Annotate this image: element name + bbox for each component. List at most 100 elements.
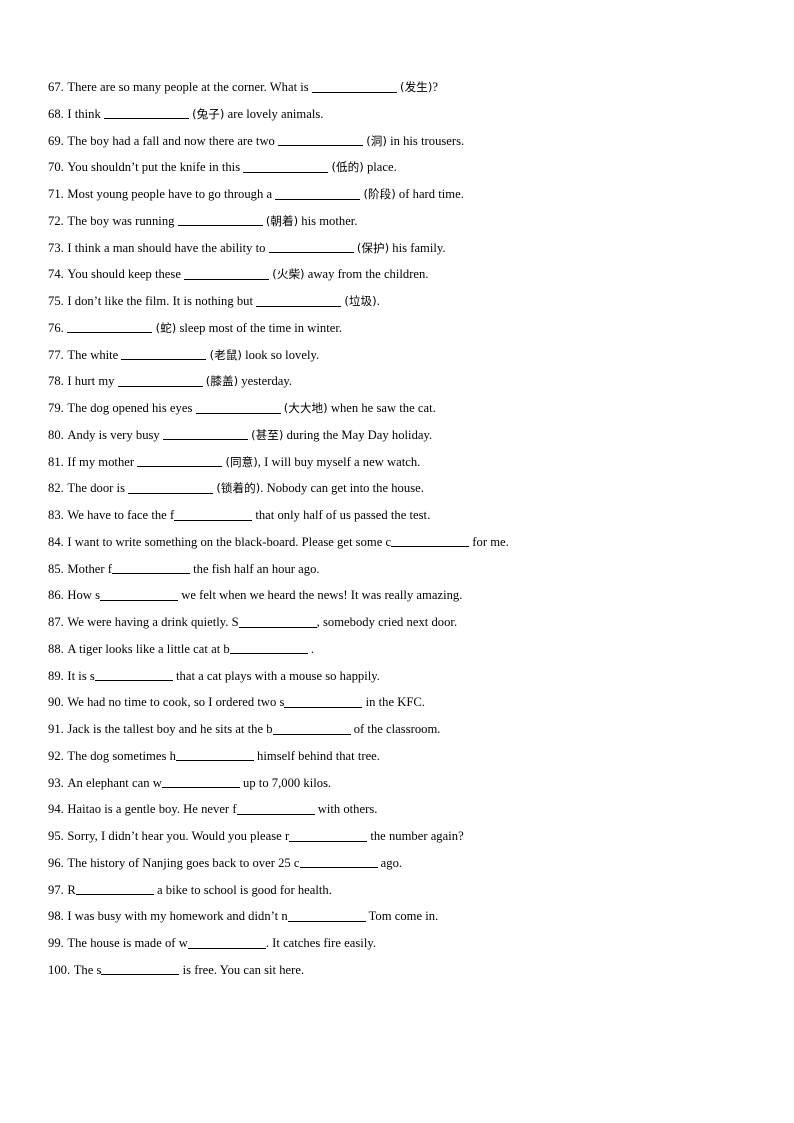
question-text: You shouldn’t put the knife in this xyxy=(67,160,244,175)
answer-blank[interactable] xyxy=(238,615,317,628)
answer-blank[interactable] xyxy=(391,535,470,548)
question-text: The boy was running xyxy=(67,213,178,228)
answer-blank[interactable] xyxy=(236,802,315,815)
question-text: The history of Nanjing goes back to over… xyxy=(67,855,294,870)
question-text: The door is xyxy=(67,481,129,496)
question-number: 67. xyxy=(48,80,64,94)
question-text: with others. xyxy=(314,802,378,817)
question-item: 98. I was busy with my homework and didn’… xyxy=(48,903,748,930)
answer-blank[interactable] xyxy=(75,882,154,895)
answer-blank[interactable] xyxy=(187,936,266,949)
answer-blank[interactable] xyxy=(174,508,253,521)
answer-blank[interactable] xyxy=(275,187,361,200)
question-text: I think xyxy=(67,106,104,121)
chinese-gloss: (发生) xyxy=(400,80,433,94)
answer-blank[interactable] xyxy=(299,856,378,869)
question-text: I don’t like the film. It is nothing but xyxy=(67,294,257,308)
question-number: 86. xyxy=(48,588,64,603)
question-text: I hurt my xyxy=(67,374,118,389)
answer-blank[interactable] xyxy=(175,749,254,762)
question-number: 72. xyxy=(48,213,64,228)
question-text: the fish half an hour ago. xyxy=(190,561,320,576)
question-text: yesterday. xyxy=(238,374,293,389)
question-number: 80. xyxy=(48,427,64,442)
question-text: his family. xyxy=(389,240,446,255)
question-number: 83. xyxy=(48,508,64,522)
answer-blank[interactable] xyxy=(161,775,240,788)
question-item: 75. I don’t like the film. It is nothing … xyxy=(48,288,748,315)
question-item: 68. I think (兔子) are lovely animals. xyxy=(48,101,748,128)
question-number: 87. xyxy=(48,615,64,629)
chinese-gloss: (老鼠) xyxy=(209,347,242,362)
chinese-gloss: (洞) xyxy=(366,133,387,148)
answer-blank[interactable] xyxy=(311,80,397,93)
answer-blank[interactable] xyxy=(195,401,281,414)
chinese-gloss: (锁着的) xyxy=(216,481,261,496)
question-text: of hard time. xyxy=(395,187,464,201)
question-number: 99. xyxy=(48,936,64,950)
question-text: Tom come in. xyxy=(365,909,439,924)
chinese-gloss: (兔子) xyxy=(192,106,225,121)
answer-blank[interactable] xyxy=(256,294,342,307)
blank-letter-hint: R xyxy=(67,882,76,897)
answer-blank[interactable] xyxy=(229,642,308,655)
question-number: 97. xyxy=(48,882,64,897)
chinese-gloss: (膝盖) xyxy=(205,374,239,389)
answer-blank[interactable] xyxy=(278,133,364,146)
answer-blank[interactable] xyxy=(177,214,263,227)
question-item: 70. You shouldn’t put the knife in this (… xyxy=(48,154,748,181)
question-item: 94. Haitao is a gentle boy. He never f wi… xyxy=(48,796,748,823)
question-text: in the KFC. xyxy=(362,695,425,710)
question-item: 97. R a bike to school is good for health… xyxy=(48,877,748,904)
question-text: ago. xyxy=(377,855,403,870)
question-number: 98. xyxy=(48,909,64,924)
question-item: 82. The door is (锁着的). Nobody can get int… xyxy=(48,475,748,502)
question-item: 85. Mother f the fish half an hour ago. xyxy=(48,556,748,583)
question-number: 85. xyxy=(48,561,64,576)
question-number: 81. xyxy=(48,454,64,469)
question-number: 70. xyxy=(48,160,64,175)
answer-blank[interactable] xyxy=(137,454,223,467)
answer-blank[interactable] xyxy=(121,347,207,360)
answer-blank[interactable] xyxy=(268,240,354,253)
question-text: of the classroom. xyxy=(350,722,441,736)
question-number: 93. xyxy=(48,775,64,790)
answer-blank[interactable] xyxy=(100,588,179,601)
question-text: The house is made of xyxy=(67,936,179,950)
question-item: 81. If my mother (同意), I will buy myself … xyxy=(48,449,748,476)
answer-blank[interactable] xyxy=(117,374,203,387)
answer-blank[interactable] xyxy=(128,481,214,494)
question-text: The dog sometimes xyxy=(67,748,170,763)
question-number: 77. xyxy=(48,347,64,362)
question-text: himself behind that tree. xyxy=(253,748,380,763)
answer-blank[interactable] xyxy=(112,561,190,574)
answer-blank[interactable] xyxy=(272,722,351,735)
question-number: 82. xyxy=(48,481,64,496)
question-text: Most young people have to go through a xyxy=(67,187,276,201)
question-item: 95. Sorry, I didn’t hear you. Would you p… xyxy=(48,823,748,850)
question-text: The dog opened his eyes xyxy=(67,401,196,415)
answer-blank[interactable] xyxy=(67,321,153,334)
answer-blank[interactable] xyxy=(287,909,366,922)
question-text: his mother. xyxy=(298,213,358,228)
worksheet-page: 67. There are so many people at the corne… xyxy=(0,0,794,1123)
answer-blank[interactable] xyxy=(103,107,189,120)
question-number: 90. xyxy=(48,695,64,710)
answer-blank[interactable] xyxy=(162,428,248,441)
question-item: 78. I hurt my (膝盖) yesterday. xyxy=(48,368,748,395)
question-text: when he saw the cat. xyxy=(327,401,436,415)
question-item: 96. The history of Nanjing goes back to o… xyxy=(48,850,748,877)
question-item: 83. We have to face the f that only half … xyxy=(48,502,748,529)
answer-blank[interactable] xyxy=(184,267,270,280)
answer-blank[interactable] xyxy=(101,963,180,976)
answer-blank[interactable] xyxy=(94,668,173,681)
question-number: 100. xyxy=(48,962,71,977)
answer-blank[interactable] xyxy=(284,695,363,708)
answer-blank[interactable] xyxy=(243,160,329,173)
question-text: Haitao is a gentle boy. He never xyxy=(67,802,233,817)
exercise-list: 67. There are so many people at the corne… xyxy=(48,74,748,984)
chinese-gloss: (甚至) xyxy=(251,427,284,442)
question-item: 76. (蛇) sleep most of the time in winter… xyxy=(48,315,748,342)
answer-blank[interactable] xyxy=(289,829,368,842)
question-text: If my mother xyxy=(67,454,138,469)
